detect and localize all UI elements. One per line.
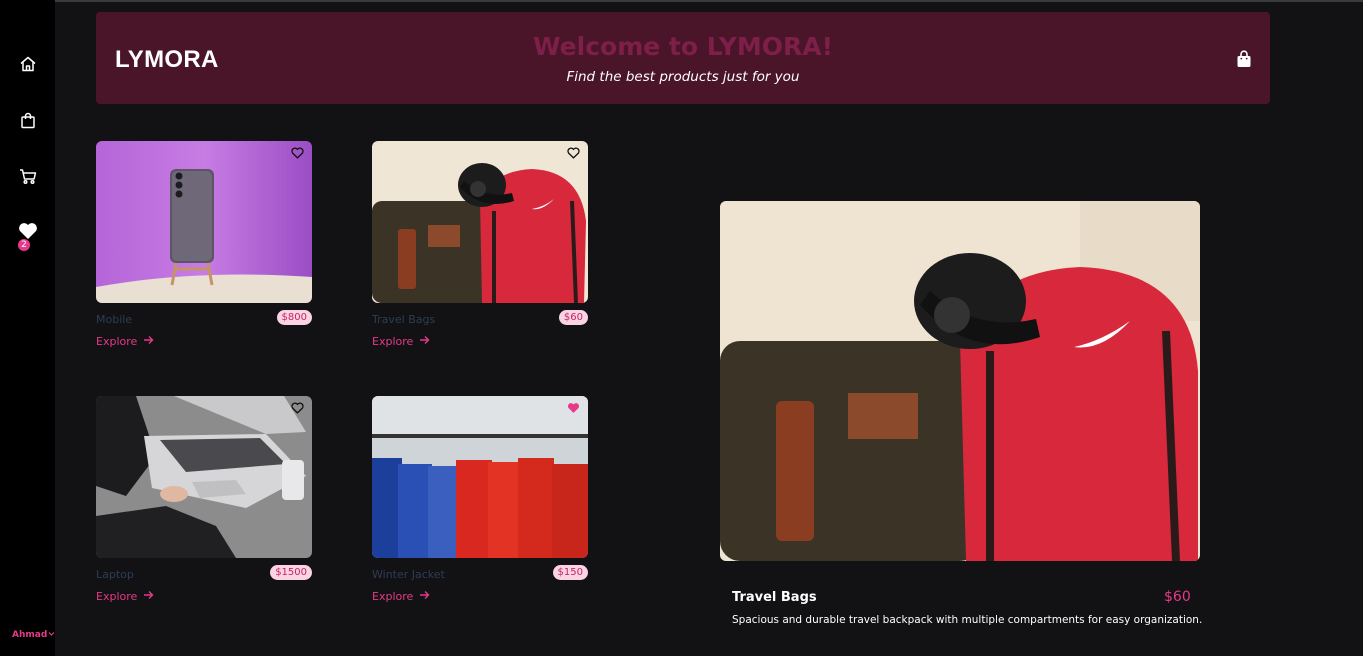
sidebar-item-home[interactable] (0, 49, 55, 79)
explore-label: Explore (96, 590, 138, 603)
sidebar-item-shop[interactable] (0, 105, 55, 135)
product-name: Laptop (96, 568, 134, 581)
tagline: Find the best products just for you (566, 69, 800, 85)
shopping-bag-icon (1236, 50, 1252, 72)
heart-outline-icon (567, 147, 580, 159)
product-card[interactable]: Winter Jacket $150 Explore (372, 396, 588, 603)
arrow-right-icon (419, 335, 430, 348)
price-badge: $60 (558, 310, 588, 325)
explore-label: Explore (372, 590, 414, 603)
user-menu[interactable]: Ahmad (12, 630, 55, 640)
explore-link[interactable]: Explore (96, 590, 154, 603)
welcome-heading: Welcome to LYMORA! (532, 32, 833, 61)
heart-filled-icon (567, 402, 580, 414)
favorite-toggle[interactable] (567, 147, 580, 159)
window-top-edge (0, 0, 1363, 2)
sidebar: 2 Ahmad (0, 0, 55, 656)
product-card[interactable]: Mobile $800 Explore (96, 141, 312, 348)
product-image-laptop[interactable] (96, 396, 312, 558)
explore-label: Explore (372, 335, 414, 348)
explore-link[interactable]: Explore (372, 590, 430, 603)
detail-product-name: Travel Bags (732, 590, 817, 605)
header-banner: LYMORA Welcome to LYMORA! Find the best … (96, 12, 1270, 104)
heart-outline-icon (291, 402, 304, 414)
product-name: Winter Jacket (372, 568, 445, 581)
user-name: Ahmad (12, 630, 48, 640)
detail-product-description: Spacious and durable travel backpack wit… (732, 614, 1203, 626)
heart-outline-icon (291, 147, 304, 159)
explore-link[interactable]: Explore (96, 335, 154, 348)
explore-link[interactable]: Explore (372, 335, 430, 348)
product-detail-image (720, 201, 1200, 561)
product-image-winter-jacket[interactable] (372, 396, 588, 558)
heart-icon (18, 222, 38, 240)
shopping-bag-icon (20, 112, 36, 129)
favorite-toggle[interactable] (291, 402, 304, 414)
product-image-travel-bags[interactable] (372, 141, 588, 303)
price-badge: $150 (552, 565, 588, 580)
header-bag-button[interactable] (1236, 50, 1252, 72)
arrow-right-icon (143, 590, 154, 603)
arrow-right-icon (143, 335, 154, 348)
product-name: Travel Bags (372, 313, 436, 326)
price-badge: $1500 (270, 565, 312, 580)
arrow-right-icon (419, 590, 430, 603)
detail-product-price: $60 (1164, 589, 1191, 605)
favorites-count-badge: 2 (18, 239, 30, 251)
favorite-toggle[interactable] (567, 402, 580, 414)
cart-icon (19, 168, 37, 185)
price-badge: $800 (276, 310, 312, 325)
product-card[interactable]: Laptop $1500 Explore (96, 396, 312, 603)
chevron-down-icon (48, 630, 55, 640)
product-image-mobile[interactable] (96, 141, 312, 303)
product-card[interactable]: Travel Bags $60 Explore (372, 141, 588, 348)
explore-label: Explore (96, 335, 138, 348)
home-icon (19, 55, 37, 73)
favorite-toggle[interactable] (291, 147, 304, 159)
product-name: Mobile (96, 313, 133, 326)
sidebar-item-cart[interactable] (0, 161, 55, 191)
